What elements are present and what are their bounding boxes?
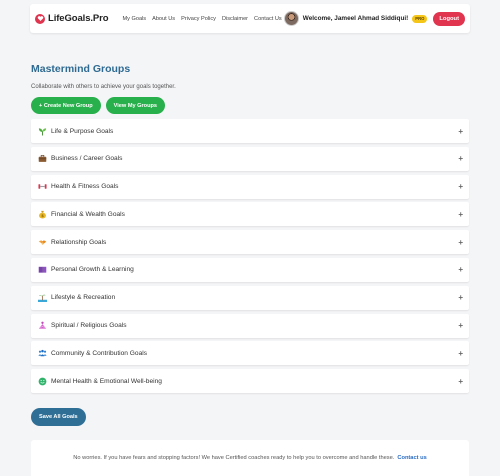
dumbbell-icon xyxy=(37,182,47,192)
accordion-label: Life & Purpose Goals xyxy=(51,127,114,135)
nav-links: My Goals About Us Privacy Policy Disclai… xyxy=(122,16,281,22)
accordion-item-lifestyle-recreation[interactable]: Lifestyle & Recreation + xyxy=(31,285,469,310)
accordion-item-spiritual-religious[interactable]: Spiritual / Religious Goals + xyxy=(31,313,469,338)
seedling-icon xyxy=(37,126,47,136)
contact-us-link[interactable]: Contact us xyxy=(397,455,426,461)
accordion-item-mental-health[interactable]: Mental Health & Emotional Well-being + xyxy=(31,369,469,394)
accordion-label: Relationship Goals xyxy=(51,238,107,246)
accordion-label: Personal Growth & Learning xyxy=(51,266,134,274)
create-group-button[interactable]: + Create New Group xyxy=(31,97,101,114)
beach-icon xyxy=(37,293,47,303)
meditation-icon xyxy=(37,321,47,331)
action-buttons: + Create New Group View My Groups xyxy=(31,97,166,114)
accordion-label: Lifestyle & Recreation xyxy=(51,294,116,302)
accordion-item-community-contribution[interactable]: Community & Contribution Goals + xyxy=(31,341,469,366)
plus-icon[interactable]: + xyxy=(458,265,463,274)
accordion-item-financial-wealth[interactable]: $ Financial & Wealth Goals + xyxy=(31,202,469,227)
plus-icon[interactable]: + xyxy=(458,182,463,191)
callout-text: No worries. If you have fears and stoppi… xyxy=(73,455,395,461)
people-icon xyxy=(37,348,47,358)
nav-link-about-us[interactable]: About Us xyxy=(152,16,175,22)
accordion-label: Business / Career Goals xyxy=(51,155,123,163)
navbar: LifeGoals.Pro My Goals About Us Privacy … xyxy=(30,4,470,33)
page-title: Mastermind Groups xyxy=(31,63,131,75)
plus-icon[interactable]: + xyxy=(458,349,463,358)
plus-icon[interactable]: + xyxy=(458,238,463,247)
logout-button[interactable]: Logout xyxy=(433,11,465,26)
accordion-label: Financial & Wealth Goals xyxy=(51,210,125,218)
plus-icon[interactable]: + xyxy=(458,154,463,163)
nav-link-privacy-policy[interactable]: Privacy Policy xyxy=(181,16,216,22)
accordion-item-business-career[interactable]: Business / Career Goals + xyxy=(31,146,469,171)
coaching-callout: No worries. If you have fears and stoppi… xyxy=(31,440,469,476)
brand-name: LifeGoals.Pro xyxy=(48,13,109,24)
user-area: Welcome, Jameel Ahmad Siddiqui! PRO Logo… xyxy=(283,11,465,26)
book-icon xyxy=(37,265,47,275)
accordion-item-relationship[interactable]: Relationship Goals + xyxy=(31,230,469,255)
accordion-label: Health & Fitness Goals xyxy=(51,183,119,191)
accordion-item-life-purpose[interactable]: Life & Purpose Goals + xyxy=(31,119,469,143)
plus-icon[interactable]: + xyxy=(458,321,463,330)
plus-icon[interactable]: + xyxy=(458,293,463,302)
money-bag-icon: $ xyxy=(37,209,47,219)
accordion-label: Community & Contribution Goals xyxy=(51,349,148,357)
handshake-icon xyxy=(37,237,47,247)
briefcase-icon xyxy=(37,154,47,164)
plus-icon[interactable]: + xyxy=(458,127,463,136)
nav-link-my-goals[interactable]: My Goals xyxy=(122,16,146,22)
welcome-text: Welcome, Jameel Ahmad Siddiqui! xyxy=(302,15,409,22)
pro-badge: PRO xyxy=(412,14,428,23)
accordion-item-health-fitness[interactable]: Health & Fitness Goals + xyxy=(31,174,469,199)
plus-icon[interactable]: + xyxy=(458,377,463,386)
accordion-label: Spiritual / Religious Goals xyxy=(51,322,127,330)
accordion-label: Mental Health & Emotional Well-being xyxy=(51,377,162,385)
save-all-goals-button[interactable]: Save All Goals xyxy=(31,408,86,426)
nav-link-contact-us[interactable]: Contact Us xyxy=(254,16,282,22)
avatar[interactable] xyxy=(283,11,299,26)
smile-icon xyxy=(37,376,47,386)
view-groups-button[interactable]: View My Groups xyxy=(105,97,166,114)
plus-icon[interactable]: + xyxy=(458,210,463,219)
nav-link-disclaimer[interactable]: Disclaimer xyxy=(222,16,248,22)
page-subtitle: Collaborate with others to achieve your … xyxy=(31,84,176,90)
heart-logo-icon xyxy=(35,13,45,24)
brand[interactable]: LifeGoals.Pro xyxy=(35,13,109,24)
goal-categories-accordion: Life & Purpose Goals + Business / Career… xyxy=(31,119,469,397)
accordion-item-personal-growth[interactable]: Personal Growth & Learning + xyxy=(31,257,469,282)
